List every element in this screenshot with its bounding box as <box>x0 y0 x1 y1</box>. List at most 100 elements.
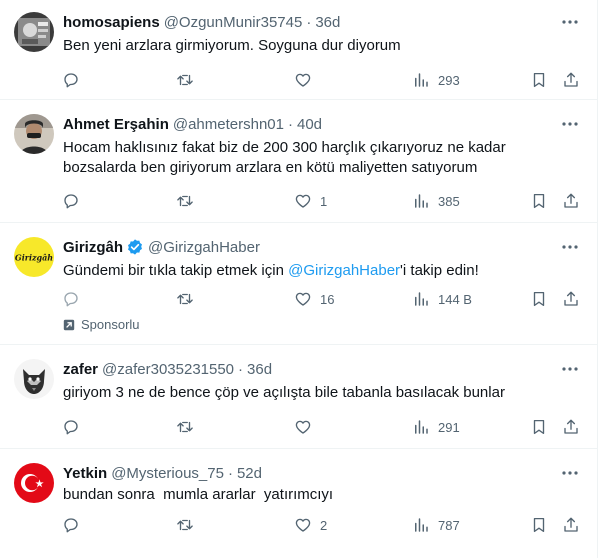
like-button[interactable]: 2 <box>294 515 327 535</box>
like-count: 2 <box>320 517 328 533</box>
more-options-button[interactable] <box>560 237 580 257</box>
retweet-button[interactable] <box>176 191 202 211</box>
tweet-text: bundan sonra mumla ararlar yatırımcıyı <box>63 486 334 503</box>
tweet-text: Gündemi bir tıkla takip etmek için @Giri… <box>63 261 583 281</box>
more-options-button[interactable] <box>560 359 580 379</box>
retweet-icon <box>177 195 193 207</box>
tweet-header: zafer @zafer3035231550 · 36d <box>63 359 272 379</box>
more-options-button[interactable] <box>560 114 580 134</box>
avatar[interactable] <box>14 359 54 399</box>
view-count: 787 <box>438 517 460 533</box>
tweet-time[interactable]: 36d <box>247 361 272 378</box>
share-icon <box>564 517 578 532</box>
tweet[interactable]: Yetkin @Mysterious_75 · 52d bundan sonra… <box>0 449 598 558</box>
tweet[interactable]: homosapiens @OzgunMunir35745 · 36d Ben y… <box>0 0 598 100</box>
tweet[interactable]: zafer @zafer3035231550 · 36d giriyom 3 n… <box>0 345 598 449</box>
views-icon <box>415 194 428 208</box>
tweet-actions: 291 <box>54 417 594 437</box>
tweet-actions: 16 144 B <box>54 289 594 309</box>
separator-dot: · <box>287 115 293 133</box>
tweet-time[interactable]: 36d <box>315 14 340 31</box>
heart-icon <box>295 420 311 434</box>
more-options-button[interactable] <box>560 12 580 32</box>
avatar[interactable] <box>14 114 54 154</box>
view-count: 144 B <box>438 291 472 307</box>
avatar[interactable]: Girizgâh <box>14 237 54 277</box>
reply-button[interactable] <box>62 515 88 535</box>
more-icon <box>562 245 578 249</box>
author-handle[interactable]: @ahmetershn01 <box>173 116 284 133</box>
bookmark-button[interactable] <box>530 515 548 535</box>
bookmark-icon <box>533 291 545 307</box>
views-icon <box>415 73 428 87</box>
view-count: 385 <box>438 193 460 209</box>
views-button[interactable]: 291 <box>412 417 460 437</box>
retweet-button[interactable] <box>176 515 202 535</box>
retweet-icon <box>177 293 193 305</box>
avatar-image <box>14 12 54 52</box>
tweet[interactable]: Ahmet Erşahin @ahmetershn01 · 40d Hocam … <box>0 100 598 223</box>
reply-icon <box>64 292 78 307</box>
bookmark-button[interactable] <box>530 70 548 90</box>
views-button[interactable]: 385 <box>412 191 460 211</box>
like-button[interactable]: 1 <box>294 191 327 211</box>
reply-icon <box>64 194 78 209</box>
like-button[interactable] <box>294 417 320 437</box>
author-handle[interactable]: @GirizgahHaber <box>148 239 260 256</box>
tweet-actions: 2 787 <box>54 515 594 535</box>
reply-button[interactable] <box>62 417 88 437</box>
author-handle[interactable]: @OzgunMunir35745 <box>164 14 303 31</box>
bookmark-icon <box>533 517 545 533</box>
author-name[interactable]: zafer <box>63 361 98 378</box>
share-button[interactable] <box>562 289 580 309</box>
more-icon <box>562 20 578 24</box>
tweet-time[interactable]: 40d <box>297 116 322 133</box>
share-button[interactable] <box>562 191 580 211</box>
author-name[interactable]: Ahmet Erşahin <box>63 116 169 133</box>
share-button[interactable] <box>562 70 580 90</box>
like-button[interactable]: 16 <box>294 289 334 309</box>
share-button[interactable] <box>562 515 580 535</box>
tweet-time[interactable]: 52d <box>237 465 262 482</box>
bookmark-button[interactable] <box>530 417 548 437</box>
promoted-tweet[interactable]: Girizgâh Girizgâh @GirizgahHaber Gündemi… <box>0 223 598 345</box>
retweet-button[interactable] <box>176 289 202 309</box>
views-icon <box>415 518 428 532</box>
author-name[interactable]: homosapiens <box>63 14 160 31</box>
views-button[interactable]: 787 <box>412 515 460 535</box>
retweet-button[interactable] <box>176 417 202 437</box>
views-icon <box>415 292 428 306</box>
reply-button[interactable] <box>62 289 88 309</box>
more-icon <box>562 367 578 371</box>
tweet-header: Girizgâh @GirizgahHaber <box>63 237 260 257</box>
reply-button[interactable] <box>62 191 88 211</box>
separator-dot: · <box>306 13 312 31</box>
author-handle[interactable]: @Mysterious_75 <box>111 465 224 482</box>
bookmark-icon <box>533 193 545 209</box>
author-name[interactable]: Yetkin <box>63 465 107 482</box>
mention-link[interactable]: @GirizgahHaber <box>288 262 400 279</box>
retweet-button[interactable] <box>176 70 202 90</box>
like-button[interactable] <box>294 70 320 90</box>
views-button[interactable]: 293 <box>412 70 460 90</box>
sponsored-label[interactable]: Sponsorlu <box>63 317 140 332</box>
bookmark-icon <box>533 419 545 435</box>
tweet-text: giriyom 3 ne de bence çöp ve açılışta bi… <box>63 384 505 401</box>
avatar[interactable] <box>14 463 54 503</box>
avatar[interactable] <box>14 12 54 52</box>
heart-icon <box>295 73 311 87</box>
views-button[interactable]: 144 B <box>412 289 472 309</box>
verified-badge-icon <box>126 238 144 256</box>
more-icon <box>562 471 578 475</box>
avatar-logo-text: Girizgâh <box>15 253 53 263</box>
bookmark-button[interactable] <box>530 289 548 309</box>
tweet-text: Ben yeni arzlara girmiyorum. Soyguna dur… <box>63 37 401 54</box>
reply-button[interactable] <box>62 70 88 90</box>
view-count: 293 <box>438 72 460 88</box>
retweet-icon <box>177 74 193 86</box>
more-options-button[interactable] <box>560 463 580 483</box>
share-button[interactable] <box>562 417 580 437</box>
author-handle[interactable]: @zafer3035231550 <box>102 361 234 378</box>
bookmark-button[interactable] <box>530 191 548 211</box>
author-name[interactable]: Girizgâh <box>63 239 123 256</box>
